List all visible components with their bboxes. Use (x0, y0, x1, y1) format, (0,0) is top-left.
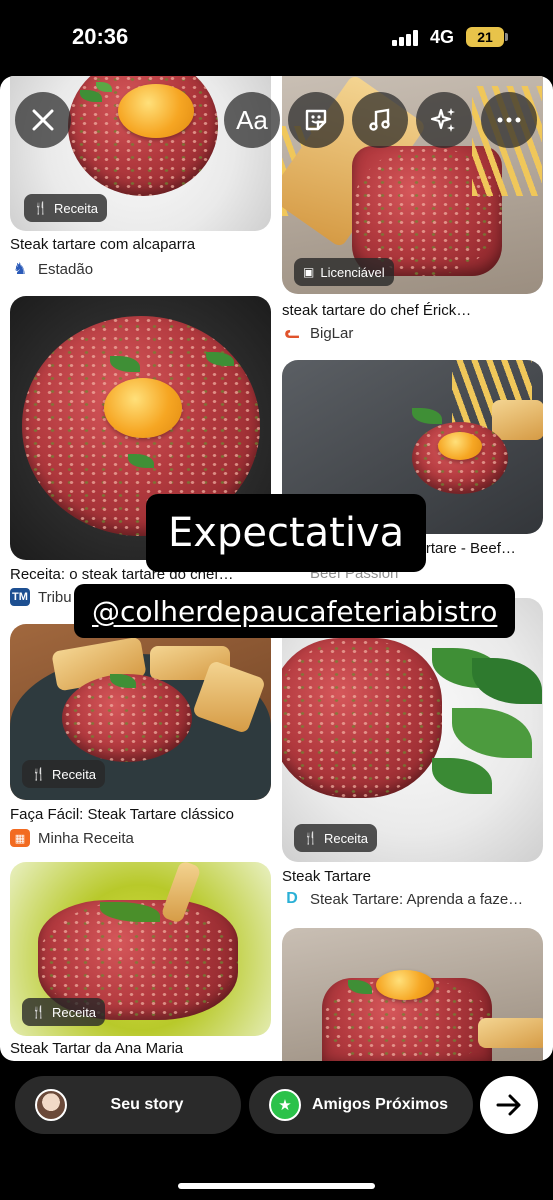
close-icon (32, 109, 54, 131)
result-title[interactable]: Steak Tartar da Ana Maria (10, 1040, 271, 1057)
minha-receita-logo-icon: ▦ (10, 829, 30, 847)
arrow-right-icon (496, 1094, 521, 1116)
recipe-badge: 🍴 Receita (24, 194, 108, 222)
source-label: Tribu (38, 588, 72, 606)
avatar (35, 1089, 67, 1121)
result-card[interactable]: 🍴 Receita Steak Tartar da Ana Maria (10, 862, 271, 1061)
battery-icon: 21 (466, 27, 508, 47)
source-label: BigLar (310, 324, 354, 342)
result-source[interactable]: ♞ Estadão (10, 260, 93, 278)
text-button[interactable]: Aa (224, 92, 280, 148)
result-title[interactable]: steak tartare do chef Érick… (282, 302, 543, 319)
result-card[interactable]: 🍴 Receita Faça Fácil: Steak Tartare clás… (10, 624, 271, 864)
home-indicator[interactable] (178, 1183, 375, 1189)
music-note-icon (369, 108, 390, 131)
fork-knife-icon: 🍴 (303, 831, 318, 845)
recipe-badge: 🍴 Receita (294, 824, 378, 852)
close-friends-button[interactable]: ★ Amigos Próximos (249, 1076, 473, 1134)
result-source[interactable]: D Steak Tartare: Aprenda a faze… (282, 890, 523, 908)
steak-site-logo-icon: D (282, 890, 302, 908)
result-card[interactable] (282, 928, 543, 1061)
licensable-badge: ▣ Licenciável (294, 258, 394, 286)
close-friends-label: Amigos Próximos (311, 1096, 449, 1113)
text-tool-label: Aa (236, 104, 268, 135)
badge-label: Receita (51, 766, 97, 782)
clock-time: 20:36 (72, 24, 129, 49)
result-title[interactable]: Steak tartare com alcaparra (10, 236, 271, 253)
send-button[interactable] (480, 1076, 538, 1134)
more-button[interactable] (481, 92, 537, 148)
badge-label: Receita (323, 830, 369, 846)
estadao-logo-icon: ♞ (10, 260, 30, 278)
tribuna-logo-icon: TM (10, 588, 30, 606)
recipe-badge: 🍴 Receita (22, 760, 106, 788)
your-story-label: Seu story (110, 1096, 184, 1113)
result-image[interactable] (282, 928, 543, 1061)
more-dots-icon (497, 117, 521, 123)
result-card[interactable]: 🍴 Receita Steak Tartare D Steak Tartare:… (282, 598, 543, 918)
source-label: Steak Tartare: Aprenda a faze… (310, 890, 524, 908)
music-button[interactable] (352, 92, 408, 148)
badge-label: Receita (51, 1004, 97, 1020)
source-label: Estadão (38, 260, 94, 278)
result-source[interactable]: ▦ Minha Receita (10, 829, 134, 847)
status-bar: 20:36 4G 21 (0, 0, 553, 76)
recipe-badge: 🍴 Receita (22, 998, 106, 1026)
fork-knife-icon: 🍴 (31, 1005, 46, 1019)
fork-knife-icon: 🍴 (33, 201, 48, 215)
effects-button[interactable] (416, 92, 472, 148)
headline-text-sticker[interactable]: Expectativa (146, 494, 427, 572)
your-story-button[interactable]: Seu story (15, 1076, 241, 1134)
sticker-icon (305, 109, 327, 131)
close-button[interactable] (15, 92, 71, 148)
result-source[interactable]: TM Tribu (10, 588, 72, 606)
network-type: 4G (430, 27, 455, 47)
source-label: Minha Receita (38, 829, 134, 847)
result-image[interactable]: 🍴 Receita (10, 862, 271, 1036)
badge-label: Licenciável (320, 264, 385, 280)
fork-knife-icon: 🍴 (31, 767, 46, 781)
result-title[interactable]: Faça Fácil: Steak Tartare clássico (10, 806, 271, 823)
sparkles-icon (430, 108, 455, 132)
story-canvas[interactable]: 🍴 Receita Steak tartare com alcaparra ♞ … (0, 76, 553, 1061)
biglar-logo-icon: ᓚ (282, 324, 302, 342)
result-title[interactable]: Tartare - Beef… (410, 540, 540, 557)
badge-label: Receita (53, 200, 99, 216)
result-image[interactable]: 🍴 Receita (10, 624, 271, 800)
result-title[interactable]: Steak Tartare (282, 868, 543, 885)
mention-sticker[interactable]: @colherdepaucafeteriabistro (74, 584, 516, 638)
image-icon: ▣ (303, 265, 315, 279)
signal-icon (392, 30, 422, 46)
result-source[interactable]: ᓚ BigLar (282, 324, 353, 342)
sticker-button[interactable] (288, 92, 344, 148)
star-icon: ★ (269, 1089, 301, 1121)
share-bar: Seu story ★ Amigos Próximos (0, 1061, 553, 1200)
